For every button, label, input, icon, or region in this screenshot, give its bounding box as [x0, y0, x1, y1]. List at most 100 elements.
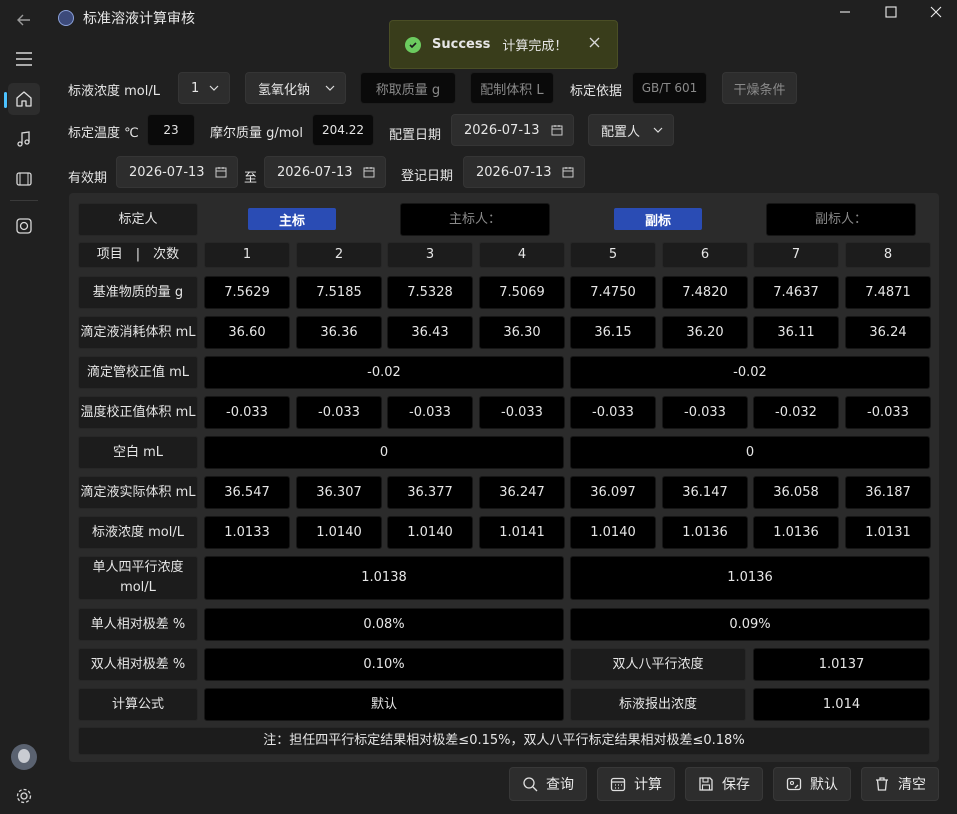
calendar-icon — [215, 167, 227, 178]
table-cell-formula-extra[interactable]: 1.014 — [753, 688, 930, 721]
table-cell-temp-correction-1[interactable]: -0.033 — [204, 396, 290, 429]
check-circle-icon — [405, 36, 421, 53]
table-cell-titrant-volume-8[interactable]: 36.24 — [845, 316, 931, 349]
table-cell-concentration-5[interactable]: 1.0140 — [570, 516, 656, 549]
column-header-4: 4 — [479, 242, 565, 268]
table-cell-formula-main[interactable]: 默认 — [204, 688, 564, 721]
clear-button[interactable]: 清空 — [861, 767, 939, 801]
camera-icon[interactable] — [8, 210, 40, 242]
temp-input[interactable]: 23 — [147, 114, 195, 146]
table-cell-concentration-7[interactable]: 1.0136 — [753, 516, 839, 549]
table-cell-temp-correction-6[interactable]: -0.033 — [662, 396, 748, 429]
reg-date-picker[interactable]: 2026-07-13 — [463, 156, 585, 188]
table-cell-mass-5[interactable]: 7.4750 — [570, 276, 656, 309]
menu-icon[interactable] — [8, 43, 40, 75]
table-cell-concentration-1[interactable]: 1.0133 — [204, 516, 290, 549]
prep-volume-placeholder: 配制体积 L — [480, 82, 544, 98]
valid-from-value: 2026-07-13 — [129, 164, 205, 180]
weigh-mass-input[interactable]: 称取质量 g — [360, 72, 456, 104]
calendar-icon — [551, 125, 563, 136]
table-cell-single-avg-main[interactable]: 1.0138 — [204, 556, 564, 600]
query-button[interactable]: 查询 — [509, 767, 587, 801]
table-cell-actual-volume-2[interactable]: 36.307 — [296, 476, 382, 509]
back-icon[interactable] — [8, 4, 40, 36]
basis-input[interactable]: GB/T 601 — [632, 72, 707, 104]
table-cell-titrant-volume-2[interactable]: 36.36 — [296, 316, 382, 349]
table-cell-mass-1[interactable]: 7.5629 — [204, 276, 290, 309]
trash-icon — [876, 777, 888, 791]
minimize-button[interactable] — [830, 2, 860, 22]
home-icon[interactable] — [8, 83, 40, 115]
valid-to-picker[interactable]: 2026-07-13 — [264, 156, 386, 188]
table-cell-concentration-4[interactable]: 1.0141 — [479, 516, 565, 549]
table-cell-mass-6[interactable]: 7.4820 — [662, 276, 748, 309]
table-cell-temp-correction-5[interactable]: -0.033 — [570, 396, 656, 429]
table-cell-actual-volume-7[interactable]: 36.058 — [753, 476, 839, 509]
main-person-input[interactable]: 主标人： — [400, 203, 550, 236]
save-button-label: 保存 — [722, 777, 750, 793]
dry-condition-input[interactable]: 干燥条件 — [722, 72, 797, 104]
table-cell-concentration-8[interactable]: 1.0131 — [845, 516, 931, 549]
concentration-select[interactable]: 1 — [178, 72, 230, 104]
molar-input[interactable]: 204.22 — [312, 114, 374, 146]
molar-label: 摩尔质量 g/mol — [210, 126, 303, 141]
temp-label: 标定温度 ℃ — [68, 126, 139, 141]
table-cell-concentration-3[interactable]: 1.0140 — [387, 516, 473, 549]
table-cell-single-avg-sub[interactable]: 1.0136 — [570, 556, 930, 600]
save-button[interactable]: 保存 — [685, 767, 763, 801]
preparer-select[interactable]: 配置人 — [588, 114, 674, 146]
table-cell-temp-correction-4[interactable]: -0.033 — [479, 396, 565, 429]
column-header-1: 1 — [204, 242, 290, 268]
table-cell-titrant-volume-4[interactable]: 36.30 — [479, 316, 565, 349]
table-cell-temp-correction-8[interactable]: -0.033 — [845, 396, 931, 429]
gear-icon[interactable] — [8, 780, 40, 812]
calculation-note: 注：担任四平行标定结果相对极差≤0.15%，双人八平行标定结果相对极差≤0.18… — [78, 727, 930, 755]
sub-person-input[interactable]: 副标人： — [766, 203, 916, 236]
table-cell-titrant-volume-6[interactable]: 36.20 — [662, 316, 748, 349]
table-cell-burette-correction-sub[interactable]: -0.02 — [570, 356, 930, 389]
valid-from-picker[interactable]: 2026-07-13 — [116, 156, 238, 188]
concentration-label: 标液浓度 mol/L — [68, 84, 160, 99]
toast-close-icon[interactable] — [589, 37, 600, 52]
table-cell-mass-3[interactable]: 7.5328 — [387, 276, 473, 309]
table-cell-double-dev-extra[interactable]: 1.0137 — [753, 648, 930, 681]
table-cell-concentration-2[interactable]: 1.0140 — [296, 516, 382, 549]
table-cell-mass-4[interactable]: 7.5069 — [479, 276, 565, 309]
avatar[interactable] — [11, 744, 37, 770]
substance-select[interactable]: 氢氧化钠 — [245, 72, 346, 104]
calendar-icon — [562, 167, 574, 178]
table-cell-single-dev-main[interactable]: 0.08% — [204, 608, 564, 641]
table-cell-actual-volume-8[interactable]: 36.187 — [845, 476, 931, 509]
table-cell-titrant-volume-5[interactable]: 36.15 — [570, 316, 656, 349]
table-cell-titrant-volume-7[interactable]: 36.11 — [753, 316, 839, 349]
table-cell-blank-main[interactable]: 0 — [204, 436, 564, 469]
close-button[interactable] — [921, 2, 951, 22]
film-icon[interactable] — [8, 163, 40, 195]
table-cell-mass-8[interactable]: 7.4871 — [845, 276, 931, 309]
music-icon[interactable] — [8, 123, 40, 155]
table-cell-temp-correction-7[interactable]: -0.032 — [753, 396, 839, 429]
table-cell-actual-volume-5[interactable]: 36.097 — [570, 476, 656, 509]
table-cell-double-dev-main[interactable]: 0.10% — [204, 648, 564, 681]
table-cell-actual-volume-3[interactable]: 36.377 — [387, 476, 473, 509]
table-cell-actual-volume-6[interactable]: 36.147 — [662, 476, 748, 509]
table-cell-temp-correction-2[interactable]: -0.033 — [296, 396, 382, 429]
table-cell-mass-2[interactable]: 7.5185 — [296, 276, 382, 309]
table-cell-titrant-volume-1[interactable]: 36.60 — [204, 316, 290, 349]
table-cell-actual-volume-4[interactable]: 36.247 — [479, 476, 565, 509]
table-cell-actual-volume-1[interactable]: 36.547 — [204, 476, 290, 509]
table-cell-blank-sub[interactable]: 0 — [570, 436, 930, 469]
table-cell-temp-correction-3[interactable]: -0.033 — [387, 396, 473, 429]
prep-volume-input[interactable]: 配制体积 L — [470, 72, 554, 104]
prep-date-picker[interactable]: 2026-07-13 — [451, 114, 574, 146]
column-header-3: 3 — [387, 242, 473, 268]
default-button[interactable]: 默认 — [773, 767, 851, 801]
table-cell-mass-7[interactable]: 7.4637 — [753, 276, 839, 309]
table-cell-burette-correction-main[interactable]: -0.02 — [204, 356, 564, 389]
table-cell-single-dev-sub[interactable]: 0.09% — [570, 608, 930, 641]
table-cell-titrant-volume-3[interactable]: 36.43 — [387, 316, 473, 349]
maximize-button[interactable] — [876, 2, 906, 22]
calculate-button[interactable]: 计算 — [597, 767, 675, 801]
table-cell-concentration-6[interactable]: 1.0136 — [662, 516, 748, 549]
chevron-down-icon — [653, 127, 663, 133]
